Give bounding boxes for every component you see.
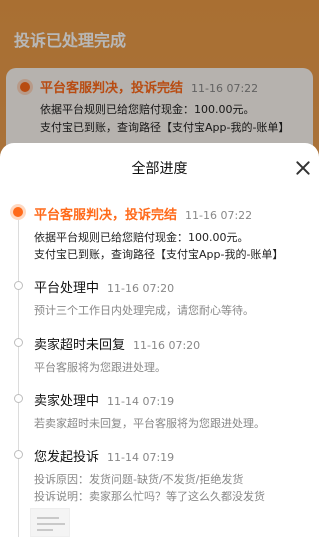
step-description: 投诉原因：发货问题-缺货/不发货/拒绝发货 投诉说明：卖家那么忙吗？等了这么久都… [34,471,314,505]
step-description-line: 依据平台规则已给您赔付现金：100.00元。 [34,231,249,244]
timeline-step-4: 卖家处理中 11-14 07:19 若卖家超时未回复，平台客服将为您跟进处理。 [34,390,314,432]
attachment-thumbnail[interactable] [30,508,70,537]
progress-sheet: 全部进度 平台客服判决，投诉完结 11-16 07:22 依据平台规则已给您赔付现… [0,143,319,537]
step-description-line: 支付宝已到账，查询路径【支付宝App-我的-账单】 [34,248,284,261]
timeline-step-1: 平台客服判决，投诉完结 11-16 07:22 依据平台规则已给您赔付现金：100… [34,204,314,263]
step-title: 卖家超时未回复 [34,338,126,353]
timeline-node-icon [14,450,23,459]
step-time: 11-14 07:19 [107,451,175,464]
step-title: 平台客服判决，投诉完结 [34,208,178,223]
step-time: 11-16 07:22 [185,209,253,222]
progress-timeline: 平台客服判决，投诉完结 11-16 07:22 依据平台规则已给您赔付现金：100… [0,143,319,537]
step-time: 11-14 07:19 [107,395,175,408]
step-title: 卖家处理中 [34,394,100,409]
timeline-rail [18,217,19,537]
step-description: 平台客服将为您跟进处理。 [34,359,314,376]
step-description: 依据平台规则已给您赔付现金：100.00元。 支付宝已到账，查询路径【支付宝Ap… [34,229,314,263]
step-description-line: 预计三个工作日内处理完成，请您耐心等待。 [34,304,254,317]
step-description-line: 投诉原因：发货问题-缺货/不发货/拒绝发货 [34,473,244,486]
timeline-node-icon [14,338,23,347]
step-title: 平台处理中 [34,281,100,296]
timeline-node-icon [14,394,23,403]
step-time: 11-16 07:20 [133,339,201,352]
timeline-step-3: 卖家超时未回复 11-16 07:20 平台客服将为您跟进处理。 [34,334,314,376]
timeline-node-active-icon [13,207,23,217]
step-time: 11-16 07:20 [107,282,175,295]
step-description-line: 平台客服将为您跟进处理。 [34,361,166,374]
step-description-line: 若卖家超时未回复，平台客服将为您跟进处理。 [34,417,265,430]
timeline-node-icon [14,281,23,290]
timeline-step-2: 平台处理中 11-16 07:20 预计三个工作日内处理完成，请您耐心等待。 [34,277,314,319]
complaint-progress-screen: 投诉已处理完成 平台客服判决，投诉完结 11-16 07:22 依据平台规则已给您… [0,0,319,537]
step-title: 您发起投诉 [34,450,100,465]
step-description: 预计三个工作日内处理完成，请您耐心等待。 [34,302,314,319]
step-description: 若卖家超时未回复，平台客服将为您跟进处理。 [34,415,314,432]
step-description-line: 投诉说明：卖家那么忙吗？等了这么久都没发货 [34,490,265,503]
timeline-step-5: 您发起投诉 11-14 07:19 投诉原因：发货问题-缺货/不发货/拒绝发货 投… [34,446,314,505]
